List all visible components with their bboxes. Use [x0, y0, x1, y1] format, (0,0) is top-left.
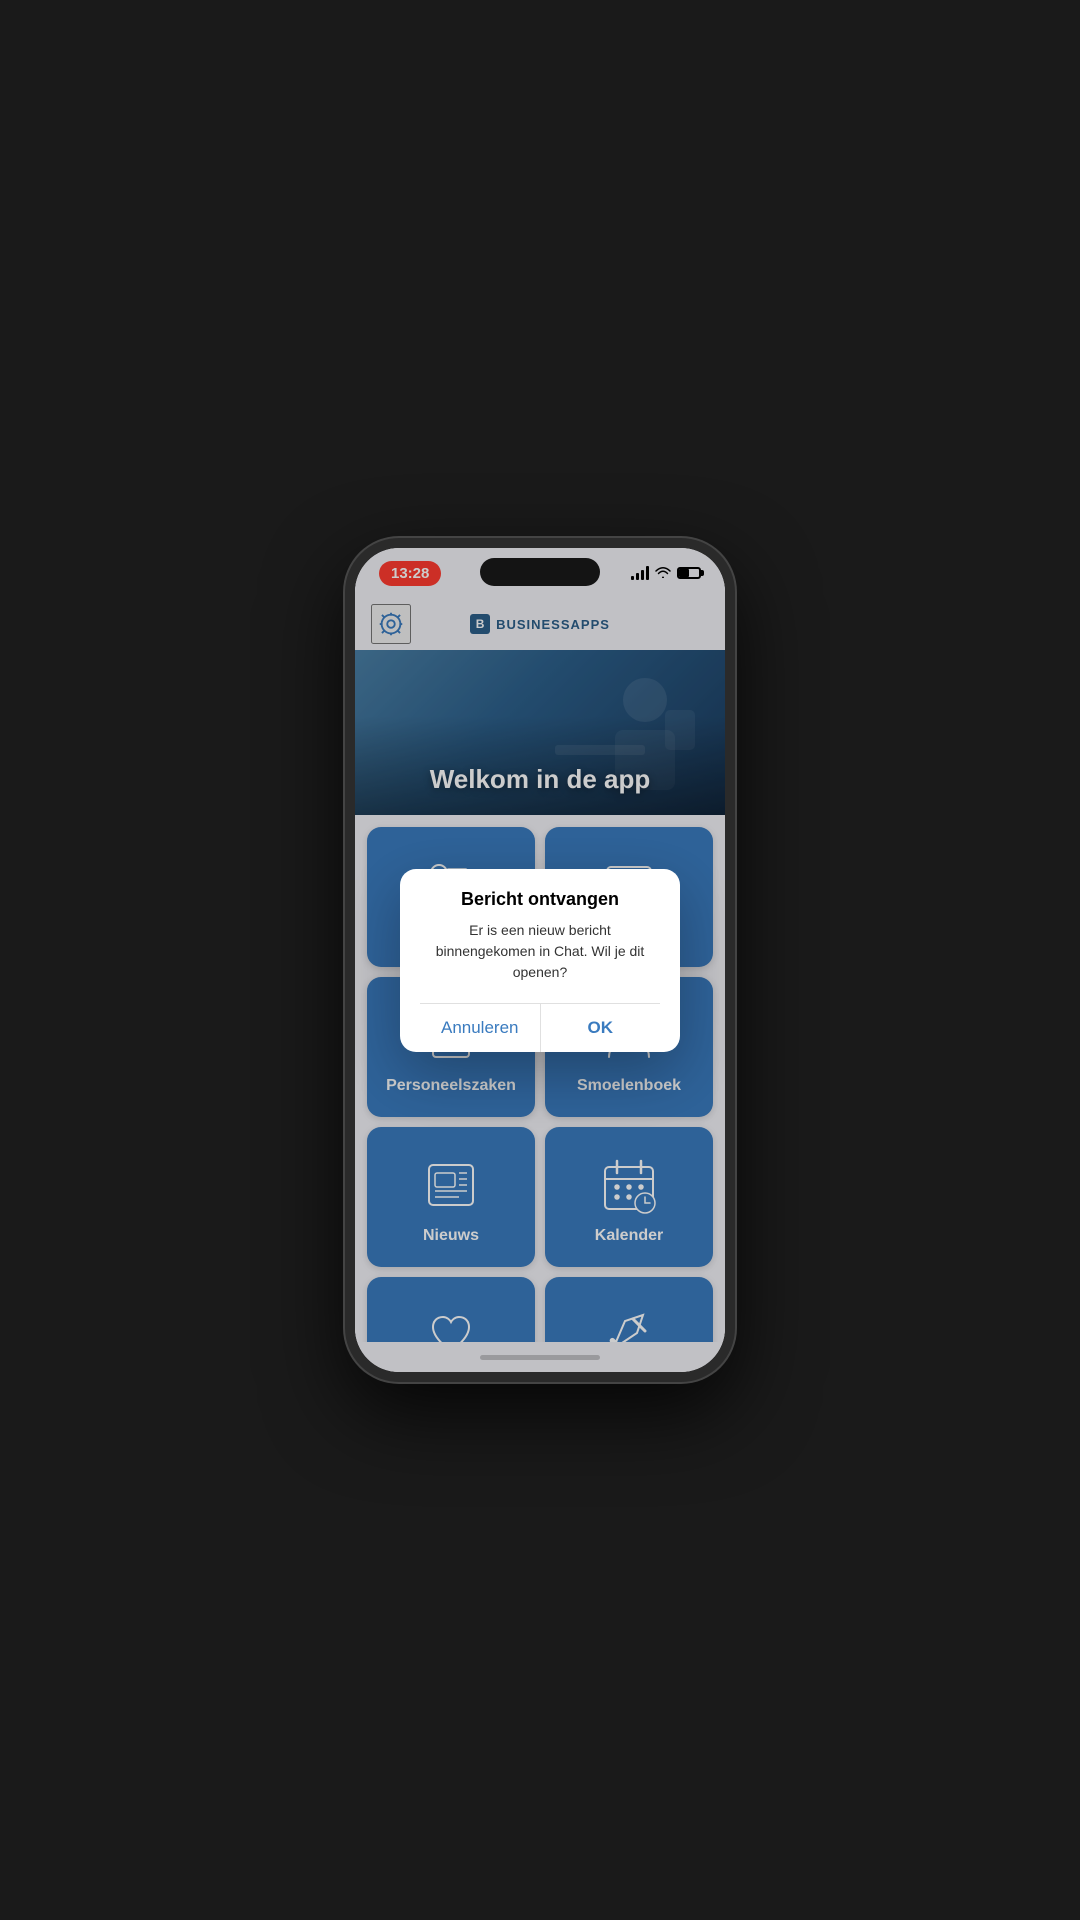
dialog-box: Bericht ontvangen Er is een nieuw berich…	[400, 869, 680, 1052]
phone-shell: 13:28 B	[345, 538, 735, 1382]
dialog-message: Er is een nieuw bericht binnengekomen in…	[420, 920, 660, 983]
dialog-cancel-button[interactable]: Annuleren	[420, 1004, 541, 1052]
dialog-overlay: Bericht ontvangen Er is een nieuw berich…	[355, 548, 725, 1372]
dialog-title: Bericht ontvangen	[420, 889, 660, 910]
dialog-ok-button[interactable]: OK	[541, 1004, 661, 1052]
dialog-actions: Annuleren OK	[420, 1003, 660, 1052]
